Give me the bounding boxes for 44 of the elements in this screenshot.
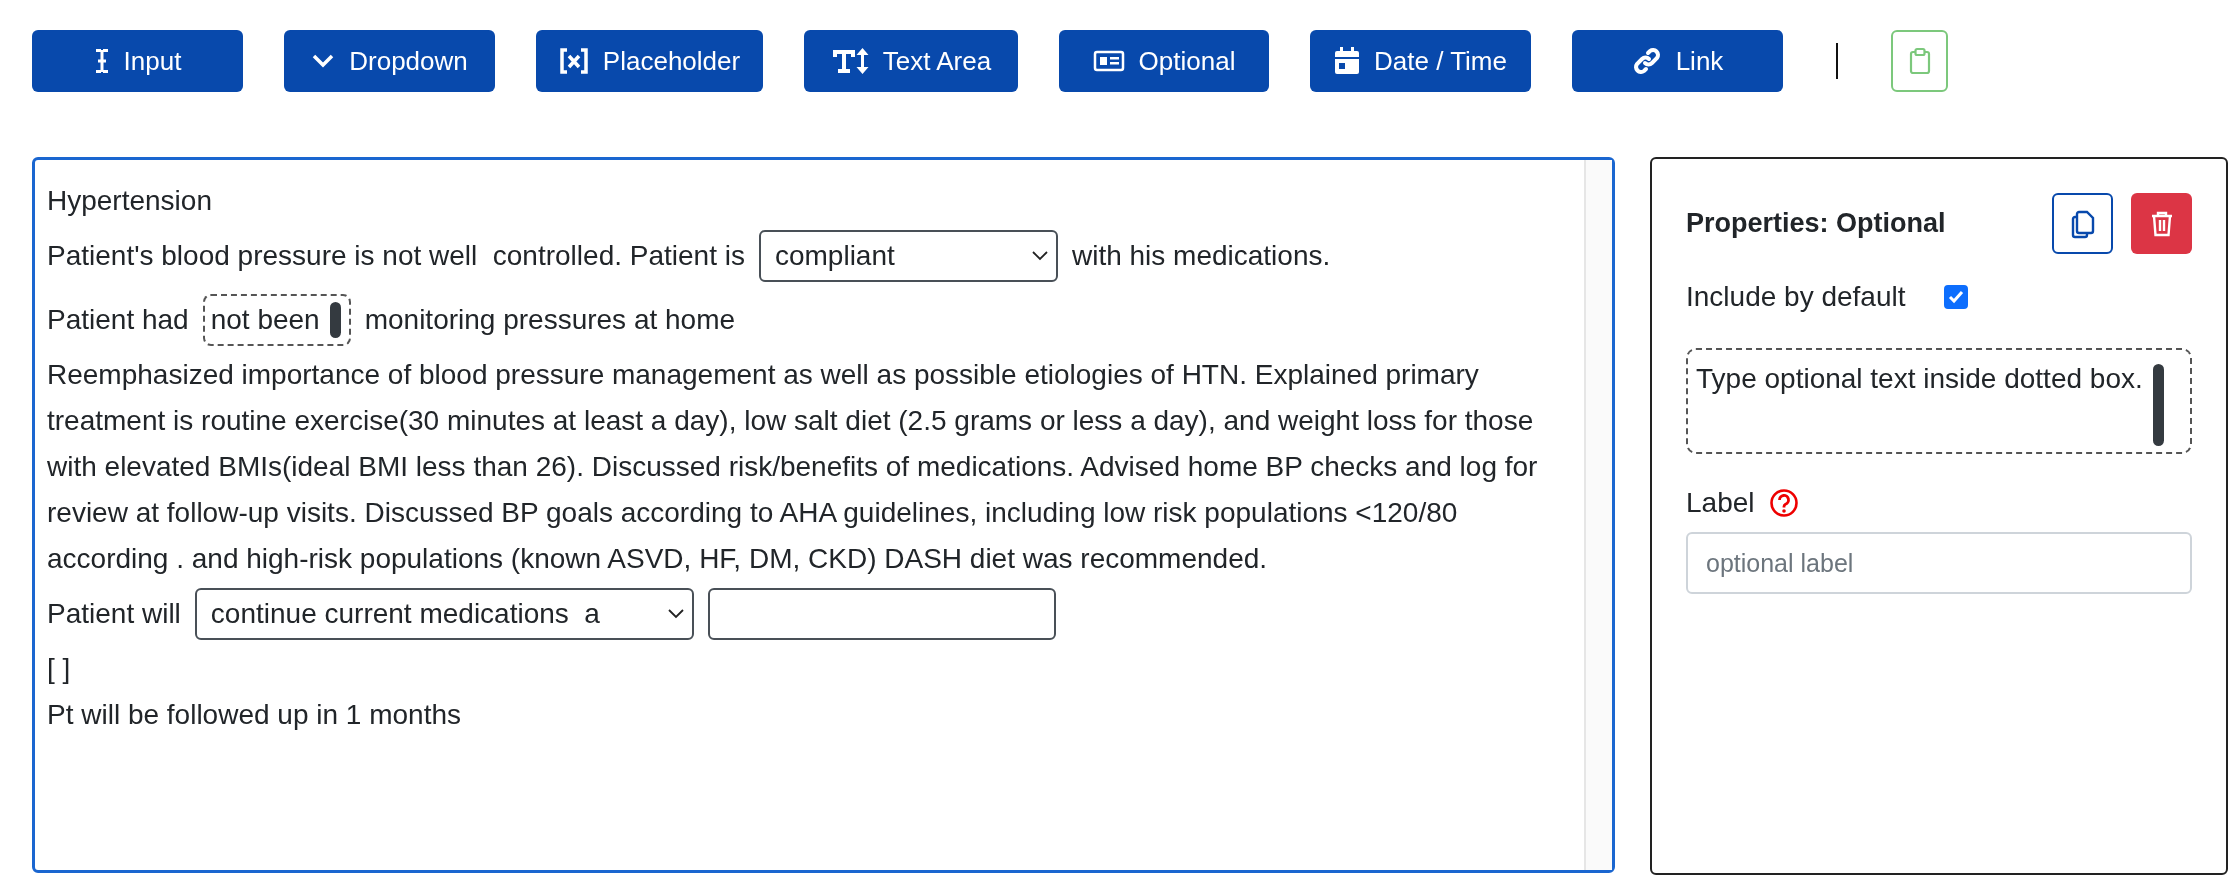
toolbar-button[interactable]: Input xyxy=(32,30,243,92)
trash-icon xyxy=(2149,209,2174,238)
toolbar-button[interactable]: Link xyxy=(1572,30,1783,92)
chevron-down-icon xyxy=(1031,251,1048,261)
checkmark-icon xyxy=(1947,290,1964,304)
clipboard-button[interactable] xyxy=(1891,30,1948,92)
text-height-icon xyxy=(830,47,869,75)
text-line: Pt will be followed up in 1 months xyxy=(47,698,461,732)
copy-button[interactable] xyxy=(2052,193,2113,254)
help-icon[interactable] xyxy=(1768,488,1799,518)
optional-text-box[interactable]: Type optional text inside dotted box. xyxy=(1686,348,2192,454)
input-field[interactable] xyxy=(707,588,1056,640)
toolbar-button[interactable]: Optional xyxy=(1059,30,1269,92)
text-line: monitoring pressures at home xyxy=(364,303,736,337)
text-line: with his medications. xyxy=(1071,239,1331,273)
toolbar-button[interactable]: Dropdown xyxy=(284,30,495,92)
copy-icon xyxy=(2069,208,2096,239)
dropdown[interactable]: compliant xyxy=(758,230,1058,282)
label-input-field[interactable]: optional label xyxy=(1686,532,2192,594)
toolbar-button[interactable]: Text Area xyxy=(804,30,1018,92)
chevron-down-icon xyxy=(667,609,684,619)
dropdown[interactable]: continue current medications a xyxy=(194,588,694,640)
link-icon xyxy=(1631,46,1662,76)
panel-title: Properties: Optional xyxy=(1686,207,1946,241)
text-line: Patient's blood pressure is not well controlled. Patient is xyxy=(47,239,745,273)
paragraph: Reemphasized importance of blood pressure management as well as possible etiologies of HTN. Explained primary treatment is routine exercise(30 minutes at least a day), low salt diet (2.5 grams or less a day), and weight loss for those with elevated BMIs(ideal BMI less than 26). Discussed risk/benefits of medications. Advised home BP checks and log for review at follow-up visits. Discussed BP goals according to AHA guidelines, including low risk populations <120/80 according . and high-risk populations (known ASVD, HF, DM, CKD) DASH diet was recommended. xyxy=(47,358,1539,576)
toolbar-button[interactable]: Date / Time xyxy=(1310,30,1531,92)
optional-text-box[interactable]: not been xyxy=(202,294,351,346)
text-cursor-icon xyxy=(93,47,110,75)
calendar-icon xyxy=(1334,47,1361,75)
delete-button[interactable] xyxy=(2131,193,2192,254)
card-text-icon xyxy=(1092,49,1125,73)
grip-bar xyxy=(329,302,341,338)
clipboard-icon xyxy=(1908,47,1931,75)
text-line: Patient had xyxy=(47,303,189,337)
editor[interactable] xyxy=(32,157,1615,873)
text-line: Hypertension xyxy=(47,184,212,218)
text-line: Patient will xyxy=(47,597,181,631)
field-label: Label xyxy=(1686,486,1755,520)
variable-icon xyxy=(558,47,589,75)
checkbox[interactable] xyxy=(1943,285,1968,309)
text-line: [ ] xyxy=(47,652,71,686)
checkbox-label: Include by default xyxy=(1686,280,1906,314)
toolbar-button[interactable]: Placeholder xyxy=(536,30,763,92)
